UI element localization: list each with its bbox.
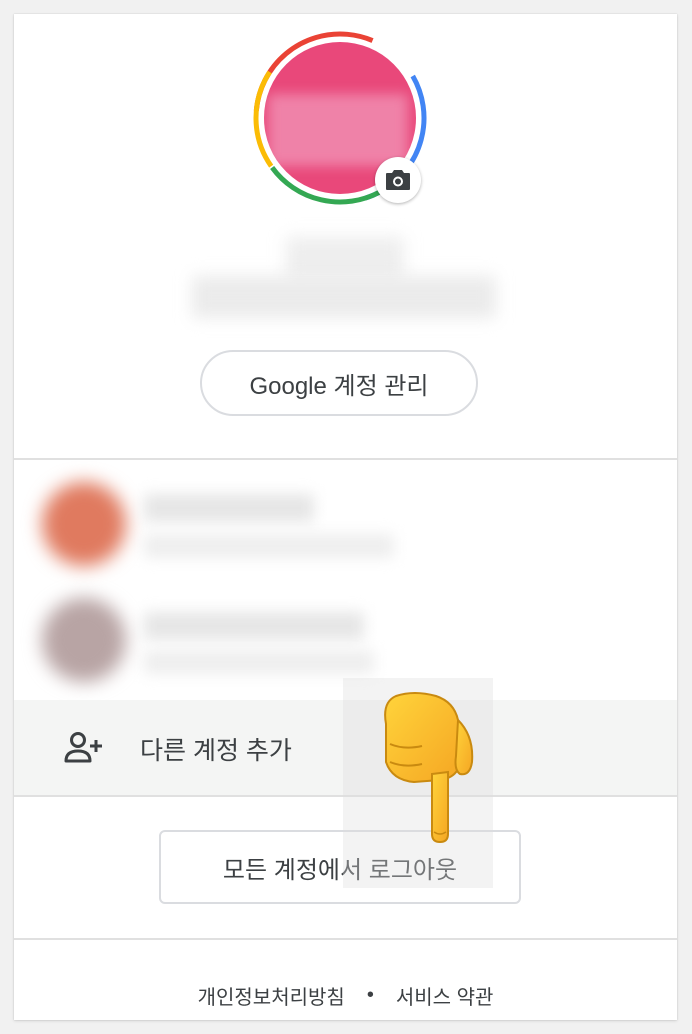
account-menu-card: Google 계정 관리 다른 계정 추가 모든 계정에서 로그아웃 개인정보처… xyxy=(14,14,677,1020)
pointing-hand-icon xyxy=(384,692,474,844)
account-list-item[interactable] xyxy=(14,472,434,572)
avatar-redacted-overlay xyxy=(268,94,408,166)
footer-separator: • xyxy=(366,983,374,1006)
account-list-item[interactable] xyxy=(14,590,434,690)
footer-links: 개인정보처리방침 • 서비스 약관 xyxy=(14,978,677,1012)
profile-email-redacted xyxy=(192,276,496,318)
account-name-redacted xyxy=(144,612,364,640)
change-photo-button[interactable] xyxy=(375,157,421,203)
divider xyxy=(14,938,677,940)
terms-of-service-link[interactable]: 서비스 약관 xyxy=(396,981,494,1010)
profile-avatar[interactable] xyxy=(251,29,429,207)
account-avatar xyxy=(42,482,126,566)
profile-name-redacted xyxy=(286,237,404,281)
manage-account-button[interactable]: Google 계정 관리 xyxy=(200,350,478,416)
account-email-redacted xyxy=(144,534,394,558)
person-add-icon xyxy=(64,732,102,763)
divider xyxy=(14,458,677,460)
add-account-label: 다른 계정 추가 xyxy=(140,737,292,765)
account-email-redacted xyxy=(144,650,374,674)
privacy-policy-link[interactable]: 개인정보처리방침 xyxy=(198,981,345,1010)
account-name-redacted xyxy=(144,494,314,522)
account-avatar xyxy=(42,598,126,682)
camera-icon xyxy=(386,170,410,190)
